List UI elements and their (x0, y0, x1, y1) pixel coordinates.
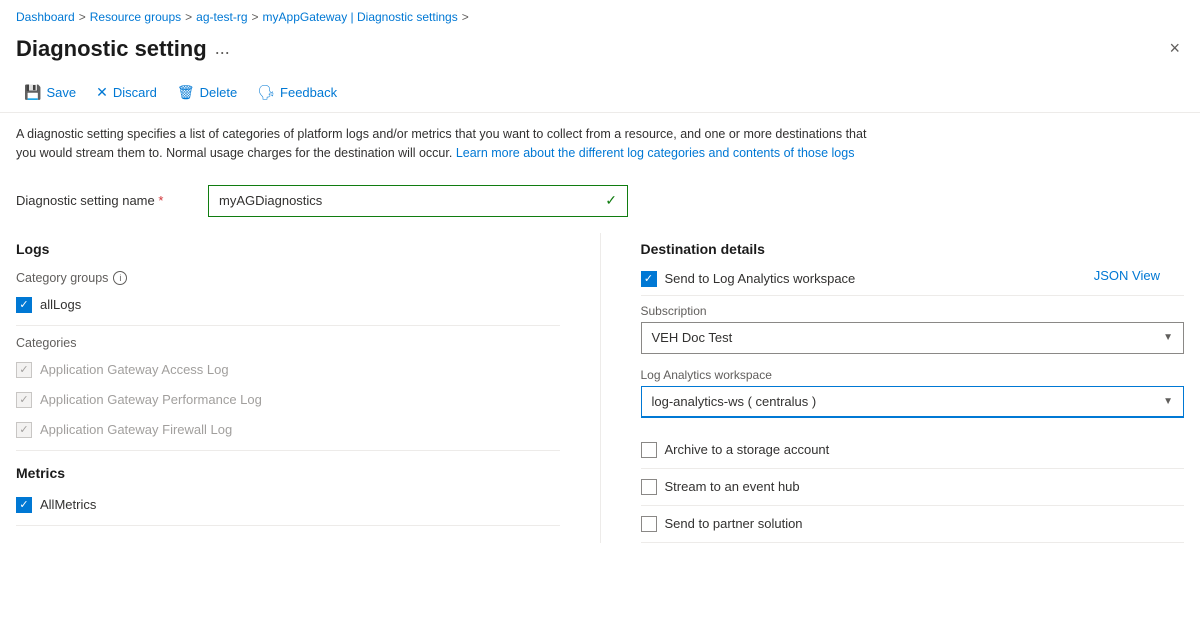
breadcrumb-myappgateway[interactable]: myAppGateway | Diagnostic settings (263, 10, 458, 24)
json-view-link[interactable]: JSON View (1094, 268, 1160, 283)
page-header: Diagnostic setting ... × (0, 30, 1200, 73)
event-hub-row: Stream to an event hub (641, 469, 1185, 506)
metrics-divider (16, 525, 560, 526)
toolbar: 💾 Save ✕ Discard 🗑 Delete 🗣 Feedback (0, 73, 1200, 113)
form-section: Diagnostic setting name * myAGDiagnostic… (0, 175, 1200, 217)
partner-row: Send to partner solution (641, 506, 1185, 543)
breadcrumb: Dashboard > Resource groups > ag-test-rg… (0, 0, 1200, 30)
workspace-value: log-analytics-ws ( centralus ) (652, 394, 817, 409)
subscription-value: VEH Doc Test (652, 330, 733, 345)
category-performance-log-row: Application Gateway Performance Log (16, 390, 560, 410)
event-hub-checkbox[interactable] (641, 479, 657, 495)
description-bar: A diagnostic setting specifies a list of… (0, 113, 900, 175)
subscription-dropdown-arrow: ▼ (1163, 332, 1173, 343)
allMetrics-row: AllMetrics (16, 495, 560, 515)
log-analytics-checkbox[interactable] (641, 271, 657, 287)
categories-label: Categories (16, 336, 560, 350)
category-firewall-log-row: Application Gateway Firewall Log (16, 420, 560, 440)
feedback-label: Feedback (280, 85, 337, 100)
partner-label[interactable]: Send to partner solution (665, 516, 803, 531)
allLogs-row: allLogs (16, 295, 560, 315)
access-log-label: Application Gateway Access Log (40, 362, 229, 377)
storage-checkbox[interactable] (641, 442, 657, 458)
storage-row: Archive to a storage account (641, 432, 1185, 469)
discard-button[interactable]: ✕ Discard (88, 79, 165, 106)
breadcrumb-resource-groups[interactable]: Resource groups (90, 10, 181, 24)
info-icon[interactable]: i (113, 271, 127, 285)
workspace-dropdown-arrow: ▼ (1163, 396, 1173, 407)
breadcrumb-sep4: > (462, 10, 469, 24)
performance-log-checkbox (16, 392, 32, 408)
valid-checkmark: ✓ (605, 192, 617, 209)
close-button[interactable]: × (1165, 34, 1184, 63)
setting-name-input[interactable]: myAGDiagnostics ✓ (208, 185, 628, 217)
access-log-checkbox (16, 362, 32, 378)
firewall-log-label: Application Gateway Firewall Log (40, 422, 232, 437)
left-column: Logs Category groups i allLogs Categorie… (16, 233, 601, 543)
delete-button[interactable]: 🗑 Delete (169, 79, 245, 106)
categories-divider (16, 450, 560, 451)
save-button[interactable]: 💾 Save (16, 79, 84, 106)
performance-log-label: Application Gateway Performance Log (40, 392, 262, 407)
logs-divider (16, 325, 560, 326)
logs-section-title: Logs (16, 241, 560, 257)
feedback-icon: 🗣 (257, 84, 275, 101)
partner-checkbox[interactable] (641, 516, 657, 532)
log-analytics-label[interactable]: Send to Log Analytics workspace (665, 271, 856, 286)
discard-icon: ✕ (96, 84, 108, 101)
delete-icon: 🗑 (177, 84, 195, 101)
breadcrumb-sep3: > (252, 10, 259, 24)
two-column-layout: Logs Category groups i allLogs Categorie… (0, 233, 1200, 543)
setting-name-input-wrapper: myAGDiagnostics ✓ (208, 185, 628, 217)
delete-label: Delete (200, 85, 238, 100)
metrics-section-title: Metrics (16, 465, 560, 481)
page-title: Diagnostic setting (16, 36, 207, 62)
discard-label: Discard (113, 85, 157, 100)
subscription-label: Subscription (641, 304, 1185, 318)
allMetrics-label[interactable]: AllMetrics (40, 497, 96, 512)
firewall-log-checkbox (16, 422, 32, 438)
save-icon: 💾 (24, 84, 41, 101)
required-star: * (158, 193, 163, 208)
allLogs-label[interactable]: allLogs (40, 297, 81, 312)
subscription-dropdown[interactable]: VEH Doc Test ▼ (641, 322, 1185, 354)
category-access-log-row: Application Gateway Access Log (16, 360, 560, 380)
page-title-ellipsis[interactable]: ... (215, 38, 230, 59)
setting-name-row: Diagnostic setting name * myAGDiagnostic… (16, 185, 1184, 217)
event-hub-label[interactable]: Stream to an event hub (665, 479, 800, 494)
learn-more-link[interactable]: Learn more about the different log categ… (456, 146, 855, 160)
workspace-label: Log Analytics workspace (641, 368, 1185, 382)
workspace-group: Log Analytics workspace log-analytics-ws… (641, 368, 1185, 418)
destination-section-title: Destination details (641, 241, 1185, 257)
subscription-group: Subscription VEH Doc Test ▼ (641, 304, 1185, 354)
feedback-button[interactable]: 🗣 Feedback (249, 79, 345, 106)
breadcrumb-ag-test-rg[interactable]: ag-test-rg (196, 10, 247, 24)
workspace-dropdown[interactable]: log-analytics-ws ( centralus ) ▼ (641, 386, 1185, 418)
allLogs-checkbox[interactable] (16, 297, 32, 313)
category-groups-label: Category groups i (16, 271, 560, 285)
breadcrumb-sep2: > (185, 10, 192, 24)
setting-name-label: Diagnostic setting name * (16, 193, 196, 208)
breadcrumb-sep1: > (79, 10, 86, 24)
save-label: Save (46, 85, 76, 100)
allMetrics-checkbox[interactable] (16, 497, 32, 513)
breadcrumb-dashboard[interactable]: Dashboard (16, 10, 75, 24)
storage-label[interactable]: Archive to a storage account (665, 442, 830, 457)
